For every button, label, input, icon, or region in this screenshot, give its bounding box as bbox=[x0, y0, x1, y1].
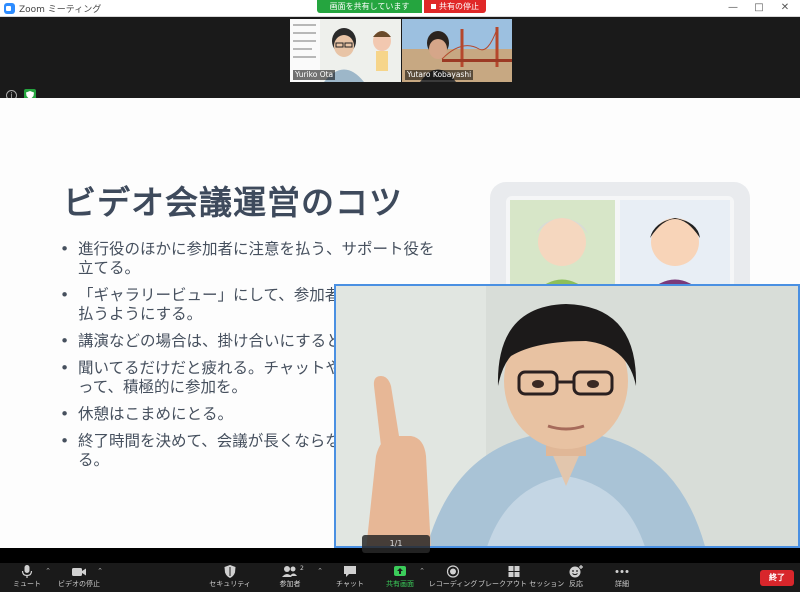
participants-button[interactable]: 参加者 bbox=[263, 564, 317, 591]
maximize-button[interactable]: □ bbox=[746, 0, 772, 17]
share-screen-label: 共有画面 bbox=[386, 580, 414, 588]
security-button[interactable]: セキュリティ bbox=[203, 564, 257, 591]
share-arrow-icon bbox=[394, 566, 406, 576]
video-camera-icon bbox=[72, 568, 86, 576]
presentation-slide: ビデオ会議運営のコツ 進行役のほかに参加者に注意を払う、サポート役を立てる。 「… bbox=[0, 98, 800, 548]
participant-name: Yutaro Kobayashi bbox=[405, 70, 474, 80]
recording-label: レコーディング bbox=[428, 580, 478, 588]
sharing-indicator-label: 画面を共有しています bbox=[329, 2, 410, 11]
more-button[interactable]: 詳細 bbox=[595, 564, 649, 591]
speaker-video-image bbox=[336, 286, 798, 546]
stop-share-label: 共有の停止 bbox=[439, 2, 479, 11]
close-button[interactable]: ✕ bbox=[772, 0, 798, 17]
zoom-logo-icon bbox=[4, 3, 15, 14]
window-title: Zoom ミーティング bbox=[19, 5, 102, 15]
more-dots-icon bbox=[615, 570, 629, 573]
microphone-icon bbox=[21, 565, 33, 578]
slide-page-indicator[interactable]: 1/1 bbox=[362, 535, 430, 553]
security-shield-icon bbox=[224, 565, 236, 578]
participant-video-yutaro[interactable]: Yutaro Kobayashi bbox=[402, 19, 512, 82]
participant-name: Yuriko Ota bbox=[293, 70, 336, 80]
record-icon bbox=[446, 565, 460, 578]
slide-title: ビデオ会議運営のコツ bbox=[63, 183, 403, 222]
security-label: セキュリティ bbox=[209, 580, 251, 588]
breakout-rooms-button[interactable]: ブレークアウト セッション bbox=[478, 564, 565, 591]
chat-button[interactable]: チャット bbox=[323, 564, 377, 591]
stop-share-button[interactable]: 共有の停止 bbox=[424, 0, 486, 13]
end-meeting-label: 終了 bbox=[769, 573, 785, 582]
shared-screen: ビデオ会議運営のコツ 進行役のほかに参加者に注意を払う、サポート役を立てる。 「… bbox=[0, 98, 800, 563]
minimize-button[interactable]: — bbox=[720, 0, 746, 17]
recording-button[interactable]: レコーディング bbox=[426, 564, 480, 591]
sharing-indicator[interactable]: 画面を共有しています bbox=[317, 0, 422, 13]
page-indicator-label: 1/1 bbox=[389, 539, 403, 548]
breakout-label: ブレークアウト セッション bbox=[478, 580, 565, 588]
mute-options-chevron-icon[interactable]: ⌃ bbox=[44, 567, 52, 575]
participant-strip: Yuriko Ota Yutaro Kobayashi bbox=[0, 17, 800, 84]
speaker-video[interactable] bbox=[334, 284, 800, 548]
participants-count-badge: 2 bbox=[300, 565, 304, 572]
smiley-plus-icon bbox=[569, 565, 583, 578]
chat-label: チャット bbox=[336, 580, 364, 588]
mute-label: ミュート bbox=[13, 580, 41, 588]
slide-bullet: 進行役のほかに参加者に注意を払う、サポート役を立てる。 bbox=[58, 240, 436, 278]
chat-bubble-icon bbox=[344, 566, 356, 577]
participant-video-yuriko[interactable]: Yuriko Ota bbox=[290, 19, 401, 82]
participants-icon bbox=[282, 566, 297, 577]
share-options-chevron-icon[interactable]: ⌃ bbox=[418, 567, 426, 575]
video-options-chevron-icon[interactable]: ⌃ bbox=[96, 567, 104, 575]
stop-video-label: ビデオの停止 bbox=[58, 580, 100, 588]
more-label: 詳細 bbox=[615, 580, 629, 588]
participants-label: 参加者 bbox=[279, 580, 301, 588]
meeting-toolbar: ミュート ⌃ ビデオの停止 ⌃ セキュリティ 参加者 2 ⌃ チャット 共有画面… bbox=[0, 563, 800, 592]
stop-square-icon bbox=[431, 4, 436, 9]
end-meeting-button[interactable]: 終了 bbox=[760, 570, 794, 586]
breakout-grid-icon bbox=[508, 566, 520, 577]
